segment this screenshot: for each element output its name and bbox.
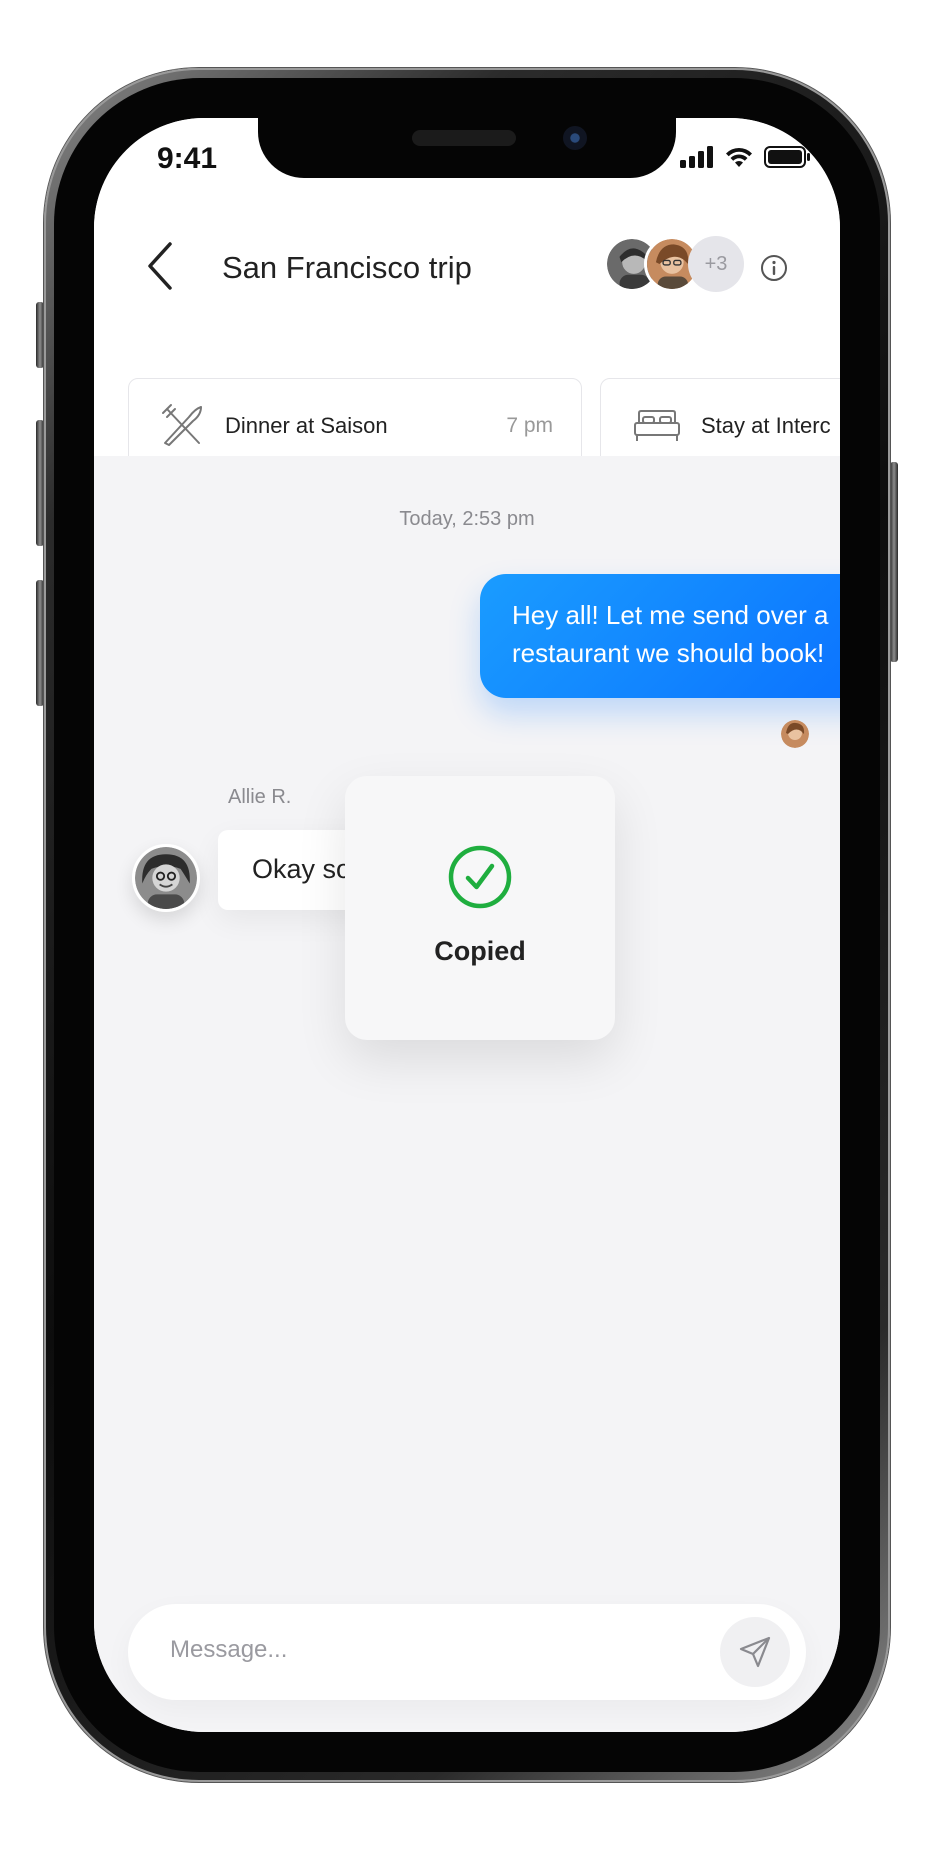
chat-title: San Francisco trip	[222, 250, 472, 285]
plan-label: Dinner at Saison	[225, 413, 388, 438]
paper-plane-icon	[739, 1636, 771, 1668]
back-chevron-icon[interactable]	[140, 238, 180, 294]
checkmark-circle-icon	[448, 845, 512, 909]
more-participants-badge: +3	[688, 236, 744, 292]
sender-name: Allie R.	[228, 786, 292, 808]
toast-label: Copied	[434, 936, 526, 966]
participant-avatars[interactable]: +3	[604, 236, 744, 296]
plan-label: Stay at Interc	[701, 413, 831, 438]
speaker	[412, 130, 516, 146]
wifi-icon	[726, 147, 752, 167]
notch	[258, 118, 676, 178]
battery-icon	[764, 146, 810, 168]
message-input[interactable]: Message...	[170, 1636, 287, 1664]
status-time: 9:41	[157, 142, 218, 175]
cellular-signal-icon	[680, 146, 713, 168]
outgoing-message-bubble[interactable]: Hey all! Let me send over a restaurant w…	[480, 574, 840, 698]
read-receipt-avatar	[781, 720, 809, 748]
volume-down-button	[36, 580, 44, 706]
message-text: Okay so	[252, 854, 352, 884]
silent-switch	[36, 302, 44, 368]
avatar[interactable]	[132, 844, 200, 912]
message-composer[interactable]: Message...	[128, 1604, 806, 1700]
info-icon[interactable]	[760, 254, 788, 282]
plan-time: 7 pm	[506, 414, 553, 437]
volume-up-button	[36, 420, 44, 546]
front-camera	[563, 126, 587, 150]
plans-strip: Dinner at Saison 7 pm Stay at Interc	[94, 338, 840, 474]
chat-timestamp: Today, 2:53 pm	[399, 508, 535, 530]
phone-screen: 9:41 San Francisco trip +3 Dinner at Sai…	[94, 118, 840, 1732]
cutlery-icon	[162, 404, 202, 446]
status-icons	[680, 146, 810, 168]
message-line: restaurant we should book!	[512, 638, 825, 668]
power-button	[890, 462, 898, 662]
bed-icon	[634, 410, 680, 441]
copied-toast: Copied	[345, 776, 615, 1040]
send-button[interactable]	[720, 1617, 790, 1687]
message-line: Hey all! Let me send over a	[512, 600, 829, 630]
